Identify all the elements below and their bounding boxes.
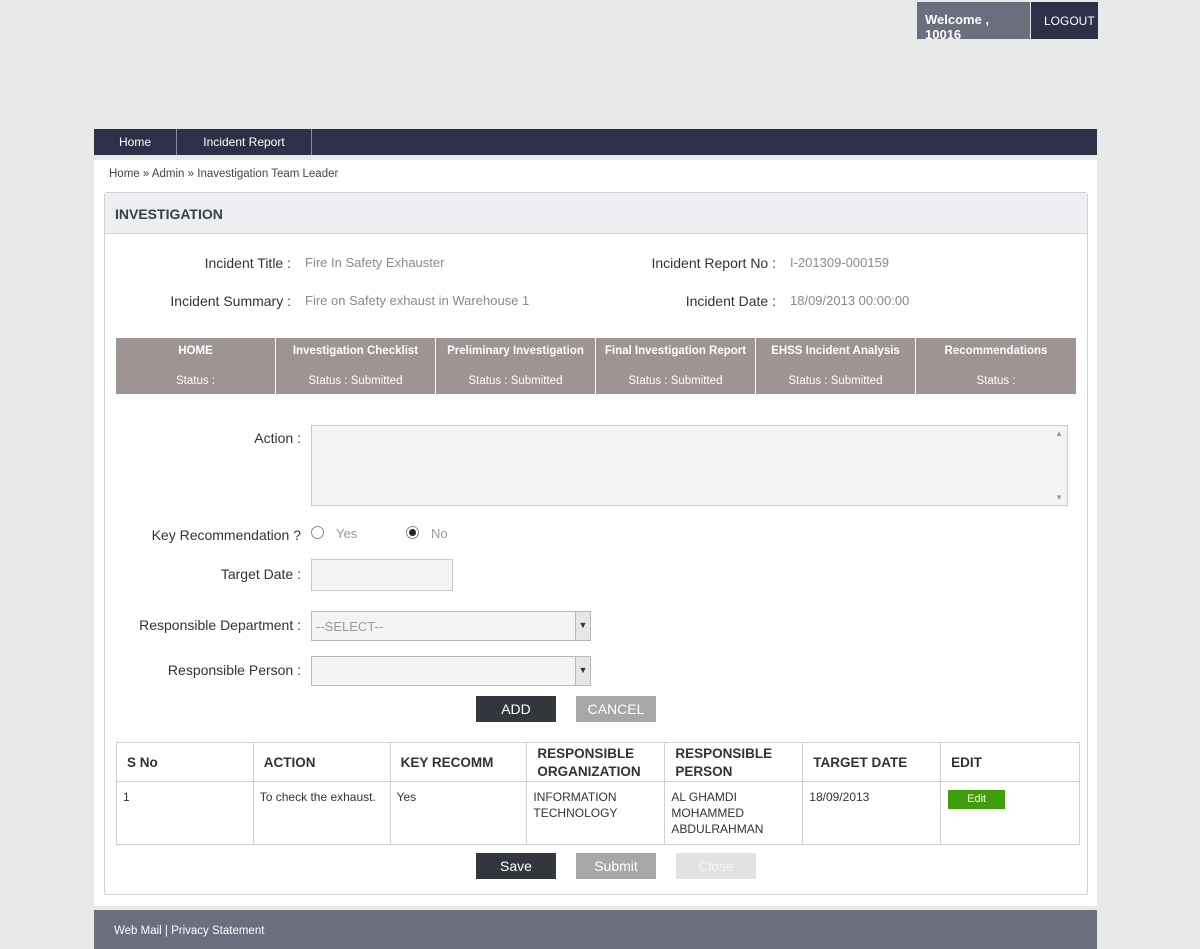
- status-tab-status: Status : Submitted: [308, 375, 403, 387]
- breadcrumb-separator: »: [184, 168, 198, 180]
- responsible-department-select[interactable]: --SELECT-- ▼: [311, 611, 591, 641]
- table-header-row: S No ACTION KEY RECOMM RESPONSIBLE ORGAN…: [116, 742, 1080, 782]
- key-rec-no-radio[interactable]: [406, 526, 419, 539]
- panel-title: INVESTIGATION: [105, 193, 1087, 234]
- incident-date-label: Incident Date :: [685, 293, 776, 309]
- add-button[interactable]: ADD: [476, 696, 556, 722]
- breadcrumb-admin[interactable]: Admin: [152, 168, 185, 180]
- column-header: RESPONSIBLE PERSON: [664, 742, 804, 782]
- status-tab-ehss-incident-analysis[interactable]: EHSS Incident Analysis Status : Submitted: [756, 338, 916, 394]
- responsible-department-label: Responsible Department :: [139, 617, 301, 633]
- welcome-text: Welcome , 10016: [917, 2, 1030, 42]
- cell-edit: Edit: [940, 781, 1080, 845]
- cell-action: To check the exhaust.: [252, 781, 391, 845]
- key-rec-yes-radio[interactable]: [311, 526, 324, 539]
- incident-title-label: Incident Title :: [204, 255, 291, 271]
- status-tab-preliminary-investigation[interactable]: Preliminary Investigation Status : Submit…: [436, 338, 596, 394]
- status-tab-recommendations[interactable]: Recommendations Status :: [916, 338, 1076, 394]
- responsible-person-label: Responsible Person :: [167, 662, 301, 678]
- main-nav: Home Incident Report: [94, 129, 1097, 155]
- column-header: S No: [116, 742, 254, 782]
- nav-home[interactable]: Home: [94, 129, 177, 155]
- nav-incident-report[interactable]: Incident Report: [177, 129, 312, 155]
- breadcrumb: Home » Admin » Inavestigation Team Leade…: [109, 168, 338, 180]
- column-header: TARGET DATE: [802, 742, 942, 782]
- incident-report-no-value: I-201309-000159: [790, 255, 890, 270]
- cell-responsible-organization: INFORMATION TECHNOLOGY: [526, 781, 666, 845]
- status-tab-status: Status : Submitted: [628, 375, 723, 387]
- cell-responsible-person: AL GHAMDI MOHAMMED ABDULRAHMAN: [664, 781, 804, 845]
- table-row: 1 To check the exhaust. Yes INFORMATION …: [116, 781, 1080, 845]
- incident-summary-value: Fire on Safety exhaust in Warehouse 1: [305, 293, 530, 308]
- content-area: Home » Admin » Inavestigation Team Leade…: [94, 160, 1097, 906]
- action-textarea[interactable]: ▲ ▼: [311, 425, 1068, 506]
- investigation-panel: INVESTIGATION Incident Title : Fire In S…: [104, 192, 1088, 895]
- footer: Web Mail | Privacy Statement: [94, 910, 1097, 949]
- key-rec-no-label: No: [431, 526, 448, 541]
- status-tab-title: HOME: [178, 345, 213, 357]
- footer-webmail-link[interactable]: Web Mail: [114, 925, 162, 937]
- status-tab-home[interactable]: HOME Status :: [116, 338, 276, 394]
- status-tab-title: Final Investigation Report: [604, 345, 747, 357]
- status-tab-title: Recommendations: [944, 345, 1048, 357]
- incident-title-value: Fire In Safety Exhauster: [305, 255, 445, 270]
- cell-key-recomm: Yes: [389, 781, 528, 845]
- key-recommendation-label: Key Recommendation ?: [151, 527, 301, 543]
- scroll-up-icon[interactable]: ▲: [1055, 429, 1063, 438]
- recommendations-table: S No ACTION KEY RECOMM RESPONSIBLE ORGAN…: [116, 742, 1080, 845]
- status-tab-status: Status :: [976, 375, 1016, 387]
- status-tab-title: Investigation Checklist: [292, 345, 419, 357]
- chevron-down-icon: ▼: [575, 612, 590, 640]
- user-bar: Welcome , 10016 LOGOUT: [917, 2, 1098, 42]
- footer-separator: |: [161, 925, 172, 937]
- target-date-label: Target Date :: [220, 566, 301, 582]
- status-tab-status: Status : Submitted: [788, 375, 883, 387]
- submit-button[interactable]: Submit: [576, 853, 656, 879]
- column-header: ACTION: [252, 742, 391, 782]
- logout-button[interactable]: LOGOUT: [1031, 2, 1098, 39]
- cancel-button[interactable]: CANCEL: [576, 696, 656, 722]
- status-strip: HOME Status : Investigation Checklist Stat…: [116, 338, 1076, 394]
- responsible-person-select[interactable]: ▼: [311, 656, 591, 686]
- chevron-down-icon: ▼: [575, 657, 590, 685]
- save-button[interactable]: Save: [476, 853, 556, 879]
- status-tab-status: Status : Submitted: [468, 375, 563, 387]
- breadcrumb-current: Inavestigation Team Leader: [197, 168, 339, 180]
- cell-target-date: 18/09/2013: [802, 781, 942, 845]
- action-label: Action :: [254, 430, 301, 446]
- close-button[interactable]: Close: [676, 853, 756, 879]
- responsible-department-value: --SELECT--: [316, 619, 384, 634]
- column-header: EDIT: [940, 742, 1080, 782]
- breadcrumb-home[interactable]: Home: [109, 168, 140, 180]
- status-tab-final-investigation-report[interactable]: Final Investigation Report Status : Submi…: [596, 338, 756, 394]
- footer-privacy-link[interactable]: Privacy Statement: [171, 925, 264, 937]
- status-tab-investigation-checklist[interactable]: Investigation Checklist Status : Submitte…: [276, 338, 436, 394]
- status-tab-status: Status :: [176, 375, 215, 387]
- cell-sno: 1: [116, 781, 254, 845]
- key-rec-yes-label: Yes: [336, 526, 358, 541]
- column-header: KEY RECOMM: [389, 742, 528, 782]
- incident-summary-label: Incident Summary :: [170, 293, 291, 309]
- status-tab-title: Preliminary Investigation: [447, 345, 584, 357]
- edit-button[interactable]: Edit: [948, 790, 1006, 809]
- scroll-down-icon[interactable]: ▼: [1055, 493, 1063, 502]
- incident-date-value: 18/09/2013 00:00:00: [790, 293, 910, 308]
- incident-report-no-label: Incident Report No :: [651, 255, 776, 271]
- column-header: RESPONSIBLE ORGANIZATION: [526, 742, 666, 782]
- target-date-input[interactable]: [311, 559, 453, 591]
- status-tab-title: EHSS Incident Analysis: [771, 345, 900, 357]
- breadcrumb-separator: »: [139, 168, 152, 180]
